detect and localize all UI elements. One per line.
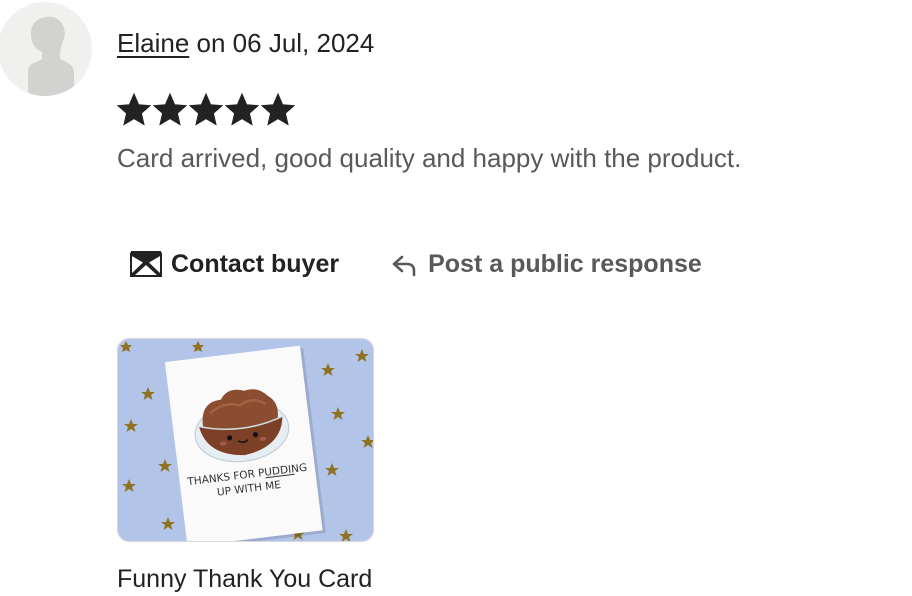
envelope-icon — [130, 250, 162, 278]
greeting-card: THANKS FOR PUDDING UP WITH ME — [164, 345, 326, 541]
review-date: 06 Jul, 2024 — [232, 28, 375, 58]
review-header: Elaine on 06 Jul, 2024 — [117, 26, 374, 60]
review-text: Card arrived, good quality and happy wit… — [117, 143, 742, 173]
star-icon — [189, 93, 223, 126]
product-image[interactable]: THANKS FOR PUDDING UP WITH ME — [117, 338, 374, 542]
review-actions: Contact buyer Post a public response — [130, 247, 702, 281]
date-prefix: on — [196, 28, 226, 58]
star-rating — [117, 93, 295, 127]
star-icon — [117, 93, 151, 126]
contact-buyer-label: Contact buyer — [171, 249, 340, 278]
reviewer-name-link[interactable]: Elaine — [117, 28, 189, 58]
star-icon — [261, 93, 295, 126]
reviewer-avatar — [0, 2, 92, 96]
post-public-response-button[interactable]: Post a public response — [391, 250, 702, 279]
person-silhouette-icon — [0, 2, 92, 96]
post-public-response-label: Post a public response — [428, 249, 702, 278]
star-icon — [153, 93, 187, 126]
star-icon — [225, 93, 259, 126]
reply-arrow-icon — [391, 251, 419, 277]
product-title-link[interactable]: Funny Thank You Card — [117, 563, 372, 595]
contact-buyer-button[interactable]: Contact buyer — [130, 250, 339, 279]
